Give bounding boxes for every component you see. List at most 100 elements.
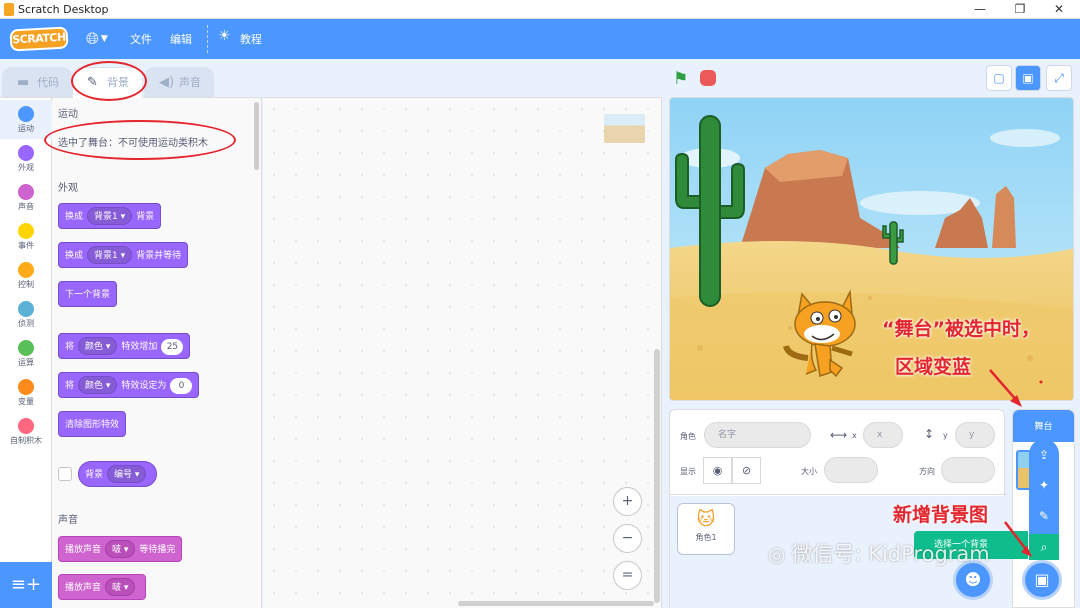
zoom-in-icon: + — [621, 493, 634, 509]
scratch-desktop-window: Scratch Desktop — ❐ ✕ SCRATCH 🌐︎ ▼ 文件 编辑 … — [0, 0, 1080, 608]
effect-dropdown[interactable]: 颜色 ▾ — [78, 376, 118, 394]
y-field[interactable]: y — [955, 422, 995, 448]
change-effect-block[interactable]: 将颜色 ▾ 特效增加 25 — [58, 333, 191, 359]
backdrop-number-checkbox[interactable] — [58, 467, 72, 481]
category-control-dot — [18, 262, 34, 278]
zoom-reset-icon: = — [621, 567, 634, 583]
show-sprite-button[interactable]: ◉ — [703, 457, 732, 484]
sound-dropdown[interactable]: 啵 ▾ — [105, 578, 136, 596]
edit-menu[interactable]: 编辑 — [170, 31, 192, 47]
window-title: Scratch Desktop — [18, 3, 109, 16]
clear-effects-block[interactable]: 清除图形特效 — [58, 411, 127, 437]
set-effect-block[interactable]: 将颜色 ▾ 特效设定为 0 — [58, 372, 200, 398]
choose-backdrop-button[interactable]: ▣ — [1022, 560, 1062, 600]
category-operators[interactable]: 运算 — [0, 334, 52, 373]
category-my-blocks[interactable]: 自制积木 — [0, 412, 52, 451]
normal-stage-button[interactable]: ▣ — [1015, 65, 1041, 91]
block-text: 背景 — [136, 212, 155, 222]
tutorials-menu[interactable]: 教程 — [240, 31, 262, 47]
category-events-dot — [18, 223, 34, 239]
close-button[interactable]: ✕ — [1045, 1, 1073, 18]
start-sound-block[interactable]: 播放声音啵 ▾ — [58, 574, 147, 600]
backdrop-number-reporter[interactable]: 背景 编号 ▾ — [78, 461, 158, 487]
eye-slash-icon: ⊘ — [741, 464, 752, 477]
category-events[interactable]: 事件 — [0, 217, 52, 256]
category-label: 变量 — [18, 397, 34, 406]
switch-backdrop-block[interactable]: 换成 背景1 ▾ 背景 — [58, 203, 162, 229]
upload-backdrop-icon[interactable]: ⇪ — [1034, 445, 1054, 465]
effect-value-input[interactable]: 0 — [170, 378, 193, 394]
category-looks[interactable]: 外观 — [0, 139, 52, 178]
surprise-icon[interactable]: ✦ — [1034, 475, 1054, 495]
block-text: 换成 — [65, 251, 84, 261]
palette-scrollbar[interactable] — [254, 102, 259, 170]
workspace-vertical-scrollbar[interactable] — [654, 349, 660, 603]
tab-code-label: 代码 — [37, 76, 59, 89]
category-label: 控制 — [18, 280, 34, 289]
backdrop-dropdown[interactable]: 背景1 ▾ — [87, 246, 133, 264]
zoom-in-button[interactable]: + — [613, 487, 642, 516]
category-motion[interactable]: 运动 — [0, 100, 52, 139]
add-extension-icon: ≡+ — [10, 574, 42, 595]
maximize-button[interactable]: ❐ — [1006, 1, 1034, 18]
block-text: 背景 — [85, 470, 104, 480]
category-sensing[interactable]: 侦测 — [0, 295, 52, 334]
globe-icon: 🌐︎ — [86, 29, 99, 48]
category-variables[interactable]: 变量 — [0, 373, 52, 412]
stop-icon[interactable] — [700, 70, 716, 86]
window-titlebar: Scratch Desktop — ❐ ✕ — [0, 0, 1080, 19]
zoom-out-button[interactable]: − — [613, 524, 642, 553]
play-sound-until-done-block[interactable]: 播放声音啵 ▾ 等待播完 — [58, 536, 183, 562]
code-icon: ▬ — [17, 75, 30, 90]
fullscreen-button[interactable]: ⤢ — [1046, 65, 1072, 91]
x-field[interactable]: x — [863, 422, 903, 448]
switch-backdrop-and-wait-block[interactable]: 换成 背景1 ▾ 背景并等待 — [58, 242, 189, 268]
minimize-button[interactable]: — — [966, 1, 994, 18]
code-workspace[interactable] — [263, 97, 662, 608]
category-sound[interactable]: 声音 — [0, 178, 52, 217]
zoom-out-icon: − — [621, 530, 634, 546]
workspace-horizontal-scrollbar[interactable] — [458, 601, 654, 606]
file-menu[interactable]: 文件 — [130, 31, 152, 47]
size-field[interactable] — [824, 457, 878, 483]
choose-backdrop-search-icon[interactable]: ⌕ — [1029, 534, 1059, 560]
green-flag-icon[interactable]: ⚑ — [673, 69, 688, 89]
sprite-name-field[interactable]: 名字 — [704, 422, 811, 448]
category-label: 侦测 — [18, 319, 34, 328]
tab-code[interactable]: ▬ 代码 — [2, 67, 72, 98]
small-stage-icon: ▢ — [993, 71, 1005, 85]
effect-amount-input[interactable]: 25 — [161, 339, 184, 355]
add-extension-button[interactable]: ≡+ — [0, 562, 52, 608]
number-name-dropdown[interactable]: 编号 ▾ — [107, 465, 147, 483]
direction-field[interactable] — [941, 457, 995, 483]
sprite-tile[interactable]: 🐱︎ 角色1 — [677, 503, 735, 555]
block-text: 清除图形特效 — [65, 420, 120, 430]
block-text: 换成 — [65, 212, 84, 222]
backdrop-dropdown[interactable]: 背景1 ▾ — [87, 207, 133, 225]
category-variables-dot — [18, 379, 34, 395]
next-backdrop-block[interactable]: 下一个背景 — [58, 281, 118, 307]
hide-sprite-button[interactable]: ⊘ — [732, 457, 761, 484]
effect-dropdown[interactable]: 颜色 ▾ — [78, 337, 118, 355]
tab-backdrops[interactable]: ✎ 背景 — [72, 67, 143, 98]
category-label: 声音 — [18, 202, 34, 211]
category-control[interactable]: 控制 — [0, 256, 52, 295]
sound-dropdown[interactable]: 啵 ▾ — [105, 540, 136, 558]
tab-sounds[interactable]: ◀) 声音 — [144, 67, 214, 98]
tab-sounds-label: 声音 — [179, 76, 201, 89]
block-text: 等待播完 — [139, 545, 176, 555]
size-label: 大小 — [801, 467, 817, 476]
motion-heading: 运动 — [58, 109, 78, 120]
sprite-cat-icon: 🐱︎ — [696, 509, 716, 530]
scratch-logo[interactable]: SCRATCH — [9, 26, 69, 52]
stage-canvas[interactable] — [669, 97, 1074, 401]
language-menu[interactable]: 🌐︎ ▼ — [86, 28, 118, 50]
eye-icon: ◉ — [712, 464, 723, 477]
block-text: 特效增加 — [121, 342, 158, 352]
paint-icon[interactable]: ✎ — [1034, 506, 1054, 526]
block-text: 播放声音 — [65, 583, 102, 593]
small-stage-button[interactable]: ▢ — [986, 65, 1012, 91]
category-operators-dot — [18, 340, 34, 356]
dropdown-value: 颜色 — [85, 381, 104, 391]
zoom-reset-button[interactable]: = — [613, 561, 642, 590]
